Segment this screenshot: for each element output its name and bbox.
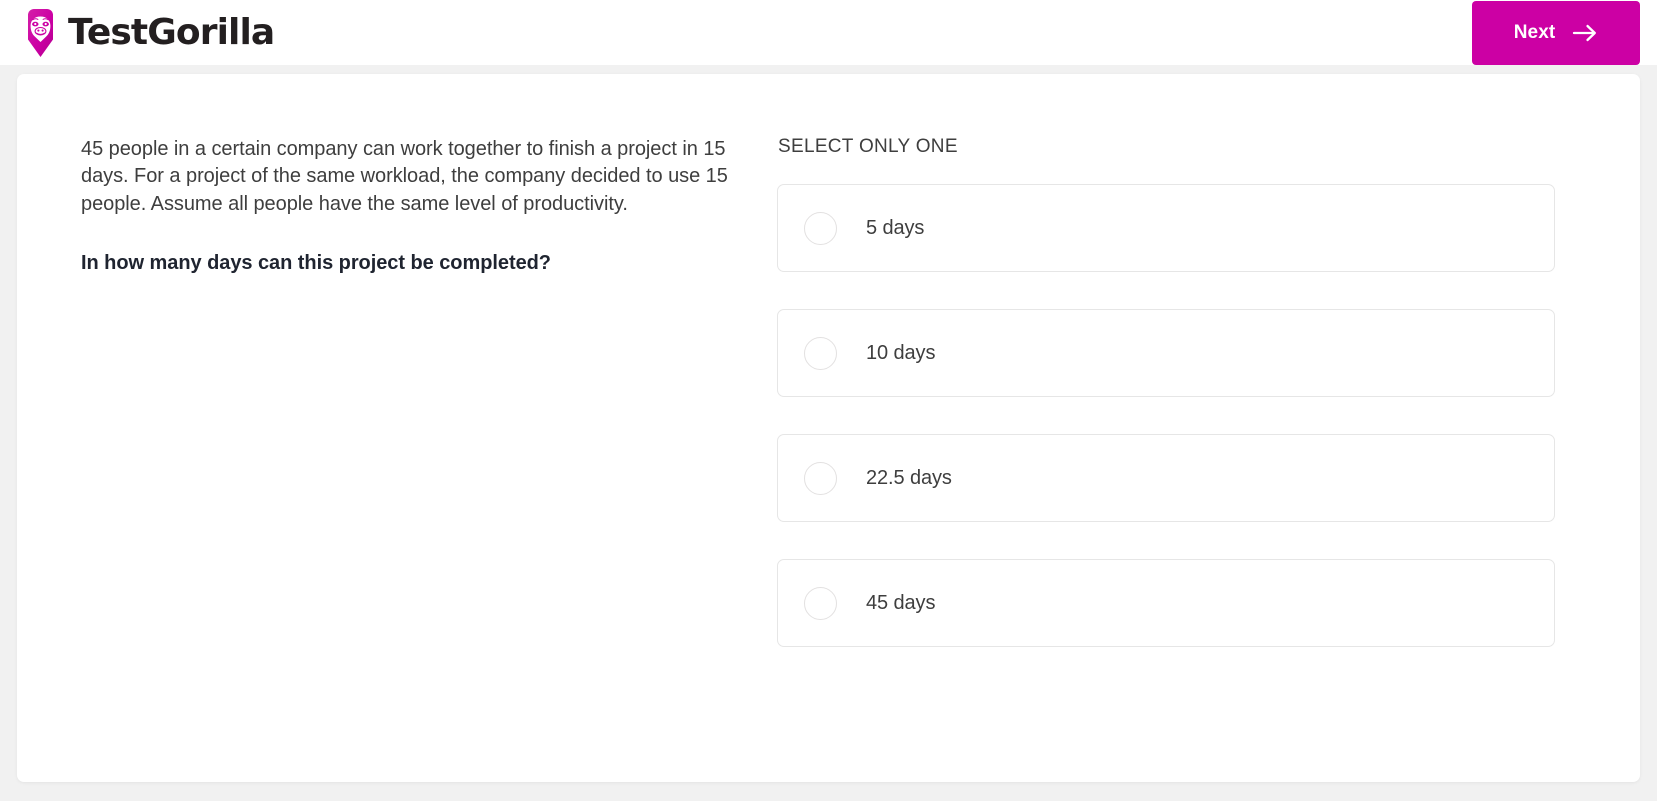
- answer-option-4[interactable]: 45 days: [777, 559, 1555, 647]
- gorilla-logo-icon: [28, 8, 53, 57]
- arrow-right-icon: [1572, 23, 1598, 43]
- next-button[interactable]: Next: [1472, 0, 1640, 65]
- question-column: 45 people in a certain company can work …: [17, 136, 777, 647]
- question-panel: 45 people in a certain company can work …: [17, 74, 1640, 782]
- radio-button-icon[interactable]: [804, 211, 837, 245]
- answer-option-label: 45 days: [866, 591, 936, 614]
- answers-heading: SELECT ONLY ONE: [778, 136, 958, 157]
- answers-column: SELECT ONLY ONE 5 days 10 days 22.5 days: [777, 136, 1640, 647]
- answer-option-label: 10 days: [866, 341, 936, 364]
- next-button-label: Next: [1513, 21, 1556, 43]
- answer-option-label: 22.5 days: [866, 466, 952, 489]
- question-body: 45 people in a certain company can work …: [81, 138, 728, 215]
- app-header: TestGorilla Next: [0, 0, 1657, 65]
- answer-option-1[interactable]: 5 days: [777, 184, 1555, 272]
- radio-button-icon[interactable]: [804, 586, 837, 620]
- brand-name: TestGorilla: [68, 11, 275, 53]
- answer-option-label: 5 days: [866, 216, 925, 239]
- radio-button-icon[interactable]: [804, 461, 837, 495]
- question-prompt: In how many days can this project be com…: [81, 252, 551, 275]
- brand-logo[interactable]: TestGorilla: [0, 0, 275, 65]
- answer-option-3[interactable]: 22.5 days: [777, 434, 1555, 522]
- answer-options-list: 5 days 10 days 22.5 days 45 days: [777, 184, 1555, 647]
- radio-button-icon[interactable]: [804, 336, 837, 370]
- answer-option-2[interactable]: 10 days: [777, 309, 1555, 397]
